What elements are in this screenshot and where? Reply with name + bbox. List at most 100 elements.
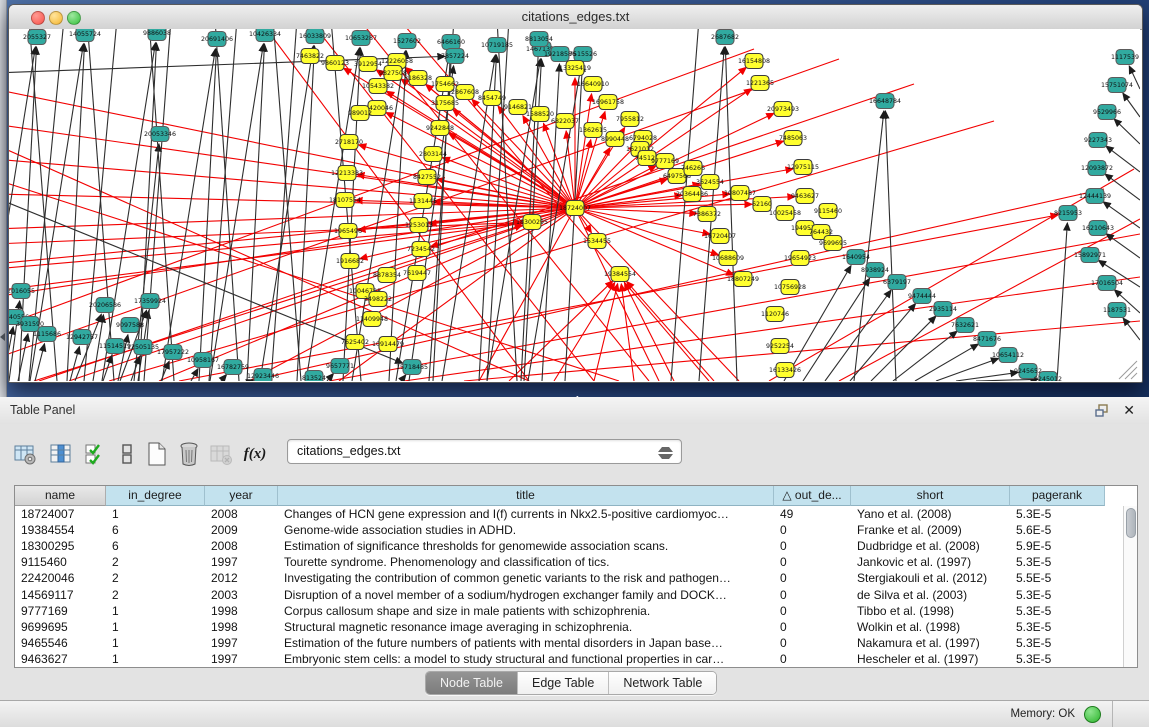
network-node[interactable]: 9860123	[321, 56, 349, 71]
network-node[interactable]: 9474444	[908, 289, 936, 304]
network-node[interactable]: 19384554	[604, 267, 636, 282]
network-node[interactable]: 12213383	[331, 166, 363, 181]
vertical-scrollbar[interactable]	[1123, 506, 1137, 667]
citation-edge-black[interactable]	[915, 344, 978, 381]
column-header-pagerank[interactable]: pagerank	[1010, 486, 1105, 506]
network-node[interactable]: 7632621	[951, 318, 979, 333]
network-node[interactable]: 12093872	[1081, 161, 1113, 176]
panel-collapse-arrow-icon[interactable]	[0, 333, 5, 341]
citation-edge-black[interactable]	[825, 290, 891, 381]
column-header-in_degree[interactable]: in_degree	[106, 486, 205, 506]
window-resize-grip[interactable]	[1119, 361, 1137, 379]
column-header-short[interactable]: short	[851, 486, 1010, 506]
select-columns-icon[interactable]	[82, 440, 108, 468]
show-column-icon[interactable]	[48, 440, 74, 468]
citation-edge-black[interactable]	[1114, 119, 1140, 144]
citation-edge-black[interactable]	[271, 29, 297, 381]
node-table[interactable]: namein_degreeyeartitle△ out_de...shortpa…	[14, 485, 1138, 668]
network-node[interactable]: 17359924	[134, 294, 166, 309]
table-row[interactable]: 1872400712008Changes of HCN gene express…	[15, 506, 1123, 522]
table-row[interactable]: 946554611997Estimation of the future num…	[15, 635, 1123, 651]
table-selector-dropdown[interactable]: citations_edges.txt	[287, 439, 682, 464]
citation-edge-red[interactable]	[449, 133, 575, 208]
column-header-title[interactable]: title	[278, 486, 774, 506]
network-node[interactable]: 10654112	[992, 348, 1024, 363]
citation-edge-black[interactable]	[1057, 223, 1067, 381]
network-node[interactable]: 2687682	[711, 30, 739, 45]
network-node[interactable]: 10914479	[372, 337, 404, 352]
citation-edge-black[interactable]	[871, 316, 936, 381]
column-header-year[interactable]: year	[205, 486, 278, 506]
network-node[interactable]: 20053346	[144, 127, 176, 142]
network-node[interactable]: 7857224	[441, 49, 469, 64]
network-node[interactable]: 9115460	[814, 204, 842, 219]
column-header-out_de[interactable]: △ out_de...	[774, 486, 851, 506]
network-node[interactable]: 17957222	[157, 345, 189, 360]
citation-edge-red[interactable]	[627, 282, 714, 381]
new-table-icon[interactable]	[144, 440, 170, 468]
citation-edge-black[interactable]	[1123, 93, 1140, 117]
network-node[interactable]: 1534455	[583, 234, 611, 249]
tab-edge-table[interactable]: Edge Table	[518, 672, 609, 694]
network-node[interactable]: 10688609	[712, 251, 744, 266]
network-node[interactable]: 10426334	[249, 29, 281, 42]
network-node[interactable]: 6466160	[437, 35, 465, 50]
table-row[interactable]: 1456911722003Disruption of a novel membe…	[15, 587, 1123, 603]
network-node[interactable]: 1117539	[1111, 50, 1139, 65]
network-node[interactable]: 1120746	[761, 307, 789, 322]
citation-edge-red[interactable]	[360, 208, 575, 259]
citation-edge-black[interactable]	[221, 375, 226, 381]
network-node[interactable]: 7485063	[779, 131, 807, 146]
collapsed-control-panel-strip[interactable]	[0, 0, 7, 397]
table-row[interactable]: 2242004622012Investigating the contribut…	[15, 570, 1123, 586]
network-node[interactable]: 16782759	[217, 360, 249, 375]
delete-table-icon[interactable]	[176, 440, 202, 468]
network-node[interactable]: 17016504	[1091, 276, 1123, 291]
network-node[interactable]: 20206586	[89, 298, 121, 313]
table-settings-icon[interactable]	[12, 440, 38, 468]
table-header-row[interactable]: namein_degreeyeartitle△ out_de...shortpa…	[15, 486, 1137, 506]
network-node[interactable]: 15751074	[1101, 78, 1133, 93]
network-node[interactable]: 16210643	[1082, 221, 1114, 236]
citation-network-graph[interactable]: 2055327140557249886038206914061042633416…	[9, 29, 1140, 381]
network-node[interactable]: 813524	[302, 371, 326, 382]
network-node[interactable]: 14055724	[69, 29, 101, 42]
network-canvas[interactable]: 2055327140557249886038206914061042633416…	[9, 29, 1140, 381]
table-row[interactable]: 946362711997Embryonic stem cells: a mode…	[15, 651, 1123, 667]
table-row[interactable]: 977716911998Corpus callosum shape and si…	[15, 603, 1123, 619]
network-node[interactable]: 10025458	[769, 206, 801, 221]
citation-edge-black[interactable]	[191, 369, 198, 381]
network-node[interactable]: 16648784	[869, 94, 901, 109]
citation-edge-black[interactable]	[936, 358, 999, 381]
network-node[interactable]: 9529966	[1093, 105, 1121, 120]
float-panel-icon[interactable]	[1095, 404, 1109, 417]
column-header-name[interactable]: name	[15, 486, 106, 506]
citation-edge-black[interactable]	[976, 379, 1038, 381]
scrollbar-thumb[interactable]	[1126, 508, 1136, 538]
tab-node-table[interactable]: Node Table	[426, 672, 518, 694]
table-row[interactable]: 969969511998Structural magnetic resonanc…	[15, 619, 1123, 635]
citation-edge-black[interactable]	[401, 375, 406, 381]
network-node[interactable]: 19654923	[784, 251, 816, 266]
network-node[interactable]: 2055327	[23, 30, 51, 45]
network-node[interactable]: 746266	[681, 161, 705, 176]
citation-edge-black[interactable]	[854, 111, 884, 381]
network-node[interactable]: 16154808	[738, 54, 770, 69]
network-window-titlebar[interactable]: citations_edges.txt	[9, 5, 1142, 30]
citation-edge-black[interactable]	[35, 344, 45, 381]
citation-edge-black[interactable]	[893, 331, 957, 381]
network-node[interactable]: 1221365	[746, 76, 774, 91]
network-node[interactable]: 13325419	[559, 61, 591, 76]
memory-status-indicator[interactable]	[1084, 706, 1101, 723]
citation-edge-black[interactable]	[87, 29, 114, 381]
network-node[interactable]: 8186328	[404, 71, 432, 86]
tab-network-table[interactable]: Network Table	[609, 672, 716, 694]
network-node[interactable]: 10756928	[774, 280, 806, 295]
network-node[interactable]: 9227343	[1084, 133, 1112, 148]
network-node[interactable]: 1187531	[1103, 303, 1131, 318]
network-view-window[interactable]: citations_edges.txt 20553271405572498860…	[8, 4, 1143, 383]
network-node[interactable]: 20691406	[201, 32, 233, 47]
network-node[interactable]: 1916682	[336, 254, 364, 269]
network-node[interactable]: 9657771	[326, 359, 354, 374]
network-node[interactable]: 8215953	[1054, 206, 1082, 221]
